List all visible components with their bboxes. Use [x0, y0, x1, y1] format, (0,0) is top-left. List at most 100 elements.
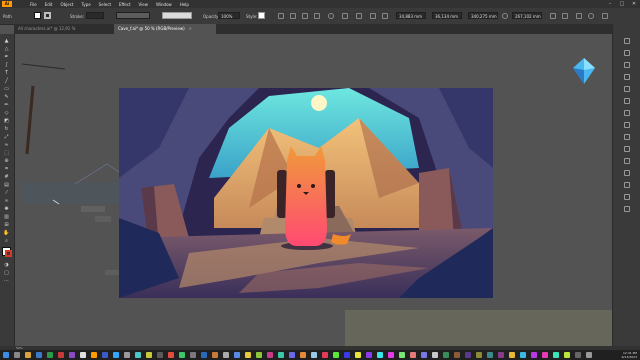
app-icon-17[interactable] [245, 352, 251, 358]
menu-view[interactable]: View [139, 2, 149, 7]
app-icon-2[interactable] [58, 352, 64, 358]
y-field[interactable]: 36,134 mm [432, 12, 462, 19]
app-icon-22[interactable] [300, 352, 306, 358]
app-icon-29[interactable] [377, 352, 383, 358]
transform-panel-icon[interactable] [624, 206, 630, 212]
app-icon-30[interactable] [388, 352, 394, 358]
pen-tool-icon[interactable]: ✒ [3, 54, 10, 60]
app-icon-39[interactable] [487, 352, 493, 358]
paintbrush-tool-icon[interactable]: ✎ [3, 94, 10, 100]
app-icon-44[interactable] [542, 352, 548, 358]
constrain-proportions-icon[interactable] [502, 13, 508, 19]
app-icon-47[interactable] [575, 352, 581, 358]
app-icon-20[interactable] [278, 352, 284, 358]
search-icon[interactable] [588, 13, 594, 19]
app-icon-16[interactable] [234, 352, 240, 358]
hand-tool-icon[interactable]: ✋ [3, 230, 10, 236]
share-icon[interactable] [602, 13, 608, 19]
fill-swatch[interactable] [34, 12, 41, 19]
graph-tool-icon[interactable]: ▥ [3, 214, 10, 220]
shape-builder-tool-icon[interactable]: ⊕ [3, 158, 10, 164]
gradient-panel-icon[interactable] [624, 134, 630, 140]
mask-icon[interactable] [382, 13, 388, 19]
close-tab-icon[interactable]: × [189, 26, 192, 31]
pathfinder-panel-icon[interactable] [624, 194, 630, 200]
menu-help[interactable]: Help [180, 2, 189, 7]
app-icon-21[interactable] [289, 352, 295, 358]
select-similar-icon[interactable] [562, 13, 568, 19]
minimize-icon[interactable]: – [604, 0, 616, 8]
more-tools-icon[interactable]: ⋯ [3, 278, 10, 284]
recolor-icon[interactable] [278, 13, 284, 19]
transparency-panel-icon[interactable] [624, 146, 630, 152]
distribute-icon[interactable] [356, 13, 362, 19]
app-icon-36[interactable] [454, 352, 460, 358]
app-icon-14[interactable] [212, 352, 218, 358]
blend-tool-icon[interactable]: ∞ [3, 198, 10, 204]
align-panel-icon[interactable] [624, 182, 630, 188]
arrange-icon[interactable] [342, 13, 348, 19]
align-icon[interactable] [290, 13, 296, 19]
app-icon-34[interactable] [432, 352, 438, 358]
scale-tool-icon[interactable]: ⤢ [3, 134, 10, 140]
brush-definition-field[interactable] [162, 12, 192, 19]
line-tool-icon[interactable]: ╱ [3, 78, 10, 84]
app-icon-37[interactable] [465, 352, 471, 358]
app-icon-27[interactable] [355, 352, 361, 358]
search-taskbar-icon[interactable] [14, 352, 20, 358]
pencil-tool-icon[interactable]: ✏ [3, 102, 10, 108]
app-icon-4[interactable] [80, 352, 86, 358]
color-panel-icon[interactable] [624, 74, 630, 80]
shape-icon[interactable] [328, 13, 334, 19]
stroke-weight-field[interactable] [86, 12, 104, 19]
app-icon-3[interactable] [69, 352, 75, 358]
selection-tool-icon[interactable]: ▲ [3, 38, 10, 44]
eraser-tool-icon[interactable]: ◩ [3, 118, 10, 124]
brushes-panel-icon[interactable] [624, 98, 630, 104]
browser-icon[interactable] [36, 352, 42, 358]
photoshop-taskbar-icon[interactable] [113, 352, 119, 358]
menu-effect[interactable]: Effect [119, 2, 131, 7]
stroke-color-swatch[interactable] [5, 250, 12, 257]
arrange-documents-icon[interactable] [576, 13, 582, 19]
graphic-styles-panel-icon[interactable] [624, 170, 630, 176]
perspective-grid-tool-icon[interactable]: ⌗ [3, 166, 10, 172]
swatches-panel-icon[interactable] [624, 86, 630, 92]
menu-file[interactable]: File [30, 2, 37, 7]
symbol-sprayer-tool-icon[interactable]: ✺ [3, 206, 10, 212]
free-transform-tool-icon[interactable]: ⬚ [3, 150, 10, 156]
app-icon-24[interactable] [322, 352, 328, 358]
stroke-panel-icon[interactable] [624, 122, 630, 128]
app-icon-7[interactable] [135, 352, 141, 358]
draw-mode-icon[interactable]: ◑ [3, 262, 10, 268]
menu-select[interactable]: Select [99, 2, 111, 7]
app-icon-28[interactable] [366, 352, 372, 358]
app-icon-46[interactable] [564, 352, 570, 358]
app-icon-38[interactable] [476, 352, 482, 358]
app-icon-26[interactable] [344, 352, 350, 358]
symbols-panel-icon[interactable] [624, 110, 630, 116]
menu-object[interactable]: Object [60, 2, 73, 7]
curvature-tool-icon[interactable]: ∫ [3, 62, 10, 68]
pathfinder-icon[interactable] [370, 13, 376, 19]
app-icon-13[interactable] [201, 352, 207, 358]
x-field[interactable]: 34,883 mm [396, 12, 426, 19]
app-icon-48[interactable] [586, 352, 592, 358]
app-icon-25[interactable] [333, 352, 339, 358]
direct-selection-tool-icon[interactable]: △ [3, 46, 10, 52]
transform-icon[interactable] [302, 13, 308, 19]
libraries-panel-icon[interactable] [624, 62, 630, 68]
type-tool-icon[interactable]: T [3, 70, 10, 76]
zoom-tool-icon[interactable]: ⌕ [3, 238, 10, 244]
app-icon-1[interactable] [47, 352, 53, 358]
menu-type[interactable]: Type [81, 2, 90, 7]
app-icon-18[interactable] [256, 352, 262, 358]
mesh-tool-icon[interactable]: # [3, 174, 10, 180]
isolate-icon[interactable] [550, 13, 556, 19]
app-icon-35[interactable] [443, 352, 449, 358]
app-icon-45[interactable] [553, 352, 559, 358]
app-icon-19[interactable] [267, 352, 273, 358]
app-icon-5[interactable] [102, 352, 108, 358]
app-icon-33[interactable] [421, 352, 427, 358]
tab-cave[interactable]: Cave_f.ai* @ 50 % (RGB/Preview) × [114, 24, 216, 34]
